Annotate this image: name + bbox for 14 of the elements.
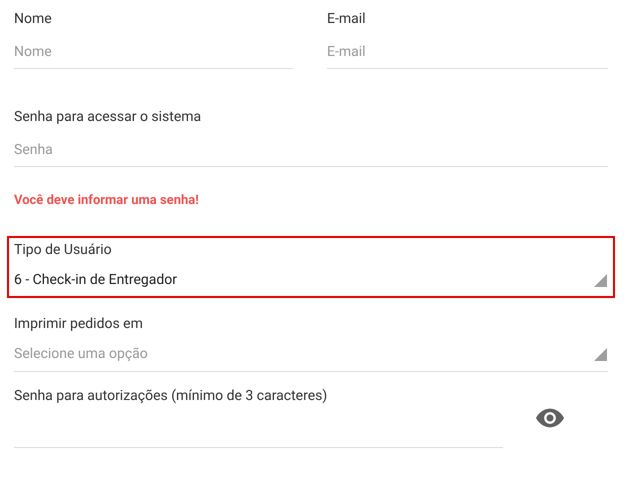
dropdown-triangle-icon: [594, 274, 607, 287]
input-field[interactable]: Senha: [14, 141, 608, 167]
input-field[interactable]: Nome: [14, 43, 293, 69]
field-label: Tipo de Usuário: [14, 240, 113, 260]
field-label: Nome: [14, 10, 53, 29]
error-message: Você deve informar uma senha!: [14, 192, 200, 210]
field-label: Senha para autorizações (mínimo de 3 caracteres): [14, 386, 328, 406]
field-label: E-mail: [327, 10, 367, 29]
field-label: Imprimir pedidos em: [14, 314, 144, 334]
select-field[interactable]: 6 - Check-in de Entregador: [14, 270, 608, 292]
eye-icon[interactable]: [536, 408, 564, 428]
field-label: Senha para acessar o sistema: [14, 108, 202, 127]
dropdown-triangle-icon: [594, 348, 607, 360]
input-field[interactable]: E-mail: [327, 43, 608, 69]
